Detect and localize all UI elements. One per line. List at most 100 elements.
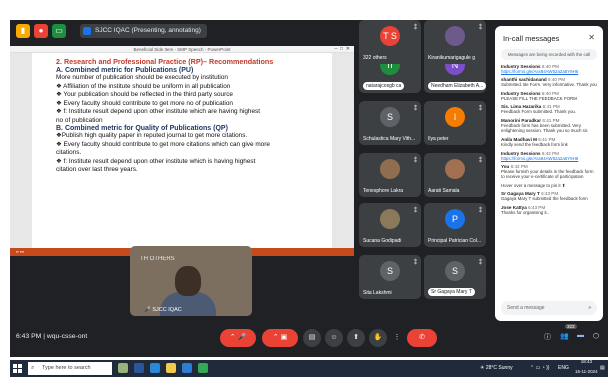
recording-notice: Messages are being recorded with the cal… (501, 49, 597, 60)
windows-taskbar: ⌕ Type here to search ☀ 28°C Sunny ⌃ ▭ ◔… (10, 357, 608, 377)
participant-tile[interactable]: S ⁑ Sita Lakshmi (359, 255, 421, 299)
emoji-icon[interactable]: ☺ (325, 329, 343, 347)
participant-tile[interactable]: S ⁑ Sr Gagaya Mary T (424, 255, 486, 299)
record-icon[interactable]: ● (34, 24, 48, 38)
message-text: Submitted. Be Form. Very informative. Th… (501, 82, 597, 87)
participant-name: 322 others (363, 55, 387, 61)
slide-side-pane-left (10, 53, 32, 248)
more-options-icon[interactable]: ⋮ (391, 329, 403, 347)
mic-button[interactable]: ⌃ 🎤 (220, 329, 256, 347)
presenting-label: SJCC IQAC (Presenting, annotating) (95, 27, 201, 34)
participant-name: Sita Lakshmi (363, 290, 392, 296)
participant-avatar: T S (380, 26, 400, 46)
message-list: Industry Sessions 6:40 PM https://forms.g… (495, 64, 603, 216)
notification-icon[interactable]: ▤ (600, 360, 605, 377)
slide-bullet: citation over last three years. (56, 166, 138, 173)
close-icon[interactable]: ✕ (588, 33, 595, 42)
chat-message: Industry Sessions 6:40 PM PLEASE FILL THE… (501, 91, 597, 102)
presenting-chip[interactable]: SJCC IQAC (Presenting, annotating) (80, 24, 207, 38)
message-time: 6:42 PM (541, 150, 559, 156)
taskbar-search[interactable]: ⌕ Type here to search (28, 362, 112, 375)
slide-side-pane-right (332, 53, 354, 248)
send-icon[interactable]: ➤ (588, 301, 592, 315)
mic-off-icon: ⁑ (414, 158, 417, 164)
chat-icon[interactable]: ▬ (577, 332, 584, 339)
meeting-time-code: 6:43 PM | wqu-csse-ont (16, 333, 88, 340)
chat-message: Industry Sessions 6:42 PM https://forms.g… (501, 151, 597, 161)
file-explorer-icon[interactable] (166, 363, 176, 373)
system-tray-icons[interactable]: ⌃ ▭ ◔ )) (530, 360, 549, 377)
task-view-icon[interactable] (134, 363, 144, 373)
people-icon[interactable]: 👥 (560, 332, 569, 340)
chat-panel: In-call messages ✕ Messages are being re… (495, 26, 603, 321)
participant-avatar (445, 26, 465, 46)
chat-message: Industry Sessions 6:40 PM https://forms.g… (501, 64, 597, 74)
camera-button[interactable]: ⌃ ▣ (262, 329, 298, 347)
chat-message: You 6:42 PM Please furnish your details i… (501, 164, 597, 180)
message-link[interactable]: https://forms.gle/Ass84AW52a2a5Y9H6 (501, 69, 597, 74)
participant-tile[interactable]: I ⁑ Ilya peter (424, 101, 486, 145)
present-icon[interactable]: ⬆ (347, 329, 365, 347)
mic-off-icon: ⁑ (414, 208, 417, 214)
participant-tile[interactable]: ⁑ Aarati Samala (424, 153, 486, 197)
weather-widget[interactable]: ☀ 28°C Sunny (480, 360, 513, 377)
participant-tile[interactable]: T S ⁑ 322 others (359, 20, 421, 64)
self-tile-name: 🎤 SJCC IQAC (144, 307, 182, 313)
captions-icon[interactable]: ▤ (303, 329, 321, 347)
raise-hand-icon[interactable]: ✋ (369, 329, 387, 347)
shared-presentation: Beneficial Side Item - SMP Speech - Powe… (10, 46, 354, 256)
slide-bullet: citations. (56, 149, 82, 156)
info-icon[interactable]: ⓘ (544, 332, 551, 342)
participant-tile[interactable]: ⁑ Sucana Godipadi (359, 203, 421, 247)
activities-icon[interactable]: ⬡ (593, 332, 599, 340)
participant-tile[interactable]: S ⁑ Schulastica Mary Vith... (359, 101, 421, 145)
mic-off-icon: ⁑ (479, 260, 482, 266)
language-indicator[interactable]: ENG (558, 360, 569, 377)
participant-avatar: S (445, 261, 465, 281)
participant-name: Schulastica Mary Vith... (363, 136, 416, 142)
slide-section-title: B. Combined metric for Quality of Public… (56, 125, 228, 132)
participant-name: Kiranikumarigagule g (428, 55, 475, 61)
message-text: Kindly send the feedback form link (501, 141, 568, 147)
slide-bullet: ❖ Your publication should be reflected i… (56, 91, 233, 98)
participant-avatar (445, 159, 465, 179)
message-link[interactable]: https://forms.gle/Ass84AW52a2a5Y9H6 (501, 156, 597, 161)
slide-bullet: ❖ f: Institute result depend upon other … (56, 108, 260, 115)
self-video-tile[interactable]: TH OTHERS 🎤 SJCC IQAC (130, 246, 252, 316)
store-icon[interactable] (182, 363, 192, 373)
windows-start-icon[interactable] (13, 364, 22, 373)
present-screen-icon[interactable]: ▭ (52, 24, 66, 38)
chat-message: shanthi sachidanand 6:40 PM Submitted. Be… (501, 77, 597, 88)
call-controls-bar: 6:43 PM | wqu-csse-ont ⌃ 🎤 ⌃ ▣ ▤ ☺ ⬆ ✋ ⋮… (10, 322, 608, 357)
mic-off-icon: ⁑ (479, 158, 482, 164)
edge-icon[interactable] (150, 363, 160, 373)
slide-bullet: ❖Publish high quality paper in reputed j… (56, 132, 248, 139)
message-text: Feedback Form submitted. Thank you. (501, 109, 577, 115)
participant-avatar: S (380, 261, 400, 281)
slide-content: 2. Research and Professional Practice (R… (36, 55, 328, 246)
mic-off-icon: ⁑ (414, 260, 417, 266)
participant-name: Principal Patrician Col... (428, 238, 482, 244)
slide-bullet: no of publication (56, 116, 103, 124)
taskbar-clock[interactable]: 18:43 15-11-2024 (575, 357, 598, 377)
mic-off-icon: ⁑ (479, 208, 482, 214)
send-message-input[interactable]: Send a message ➤ (501, 301, 597, 315)
chrome-icon[interactable] (198, 363, 208, 373)
leave-call-button[interactable]: ✆ (407, 329, 437, 347)
app-icon-cortana[interactable] (118, 363, 128, 373)
presentation-icon[interactable]: ▮ (16, 24, 30, 38)
participant-name: Aarati Samala (428, 188, 460, 194)
chat-message: Sis. Lima Hazarika 6:41 PM Feedback Form … (501, 104, 597, 115)
video-banner-text: TH OTHERS (140, 256, 175, 262)
message-text: Thanks for organising it.. (501, 209, 550, 215)
participant-tile[interactable]: ⁑ Tenesphore Lakra (359, 153, 421, 197)
slide-heading: 2. Research and Professional Practice (R… (56, 57, 274, 66)
participant-tile[interactable]: P ⁑ Principal Patrician Col... (424, 203, 486, 247)
participant-name: Sr Gagaya Mary T (428, 288, 475, 296)
participant-tile[interactable]: ⁑ Kiranikumarigagule g (424, 20, 486, 64)
participant-avatar: S (380, 107, 400, 127)
chat-message: Jose Kattya 6:43 PM Thanks for organising… (501, 205, 597, 216)
participant-name: Ilya peter (428, 136, 449, 142)
meet-window: ▮ ● ▭ SJCC IQAC (Presenting, annotating)… (10, 20, 608, 357)
slide-bullet: ❖ f: Institute result depend upon other … (56, 157, 256, 165)
